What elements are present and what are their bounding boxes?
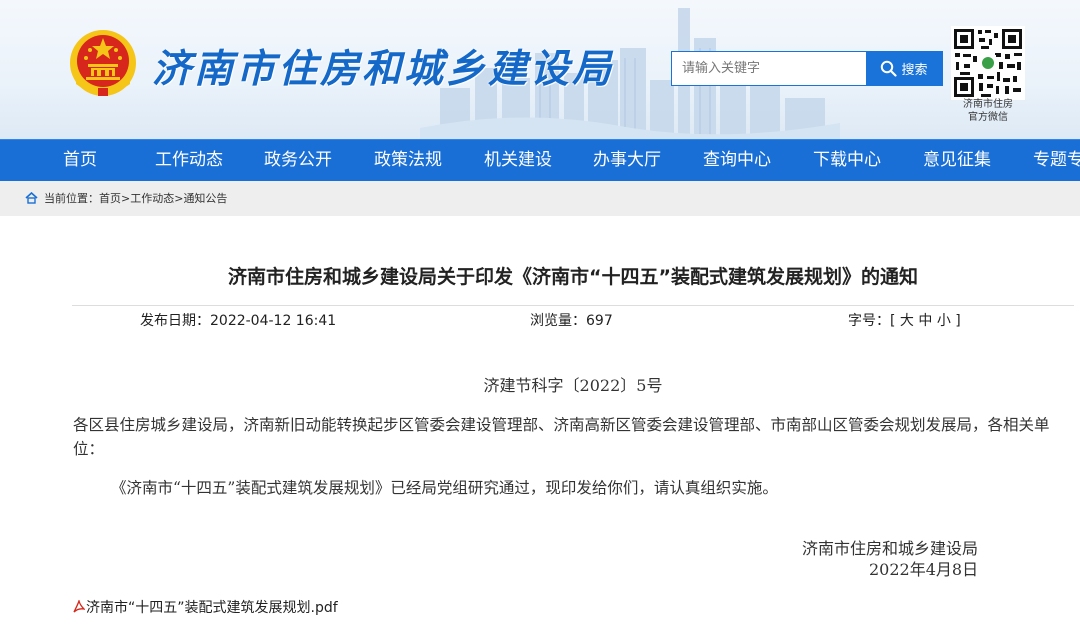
nav-item-gov-open[interactable]: 政务公开 [264,140,332,181]
site-title: 济南市住房和城乡建设局 [152,46,615,92]
breadcrumb-sep: > [121,192,131,205]
nav-item-work-news[interactable]: 工作动态 [155,140,223,181]
view-count-value: 697 [586,313,613,329]
national-emblem-icon [70,30,136,96]
breadcrumb-work-news[interactable]: 工作动态 [130,192,174,205]
article-title: 济南市住房和城乡建设局关于印发《济南市“十四五”装配式建筑发展规划》的通知 [228,266,918,288]
nav-item-organ[interactable]: 机关建设 [484,140,552,181]
site-header: 济南市住房和城乡建设局 搜索 [0,0,1080,139]
search-button[interactable]: 搜索 [866,52,942,85]
search-box: 搜索 [671,51,943,86]
addressee-paragraph: 各区县住房城乡建设局，济南新旧动能转换起步区管委会建设管理部、济南高新区管委会建… [73,416,1050,458]
nav-item-query[interactable]: 查询中心 [703,140,771,181]
qr-caption: 济南市住房 官方微信 [944,98,1032,124]
home-icon [25,192,38,204]
breadcrumb: 当前位置：首页>工作动态>通知公告 [0,181,1080,216]
view-count-label: 浏览量： [530,313,586,329]
publish-date-value: 2022-04-12 16:41 [210,313,337,329]
qr-caption-line2: 官方微信 [968,112,1008,123]
nav-item-policy[interactable]: 政策法规 [374,140,442,181]
qr-code-icon [951,26,1025,100]
attachment-link[interactable]: 济南市“十四五”装配式建筑发展规划.pdf [72,597,338,617]
font-size-medium[interactable]: 中 [918,313,932,329]
font-size-switcher: 字号：[ 大 中 小 ] [848,310,961,330]
document-number: 济建节科字〔2022〕5号 [483,376,663,395]
nav-item-home[interactable]: 首页 [63,140,97,181]
publish-date: 发布日期：2022-04-12 16:41 [140,310,336,330]
font-size-close: ] [955,313,961,329]
publish-date-label: 发布日期： [140,313,210,329]
breadcrumb-notices[interactable]: 通知公告 [183,192,227,205]
nav-item-service[interactable]: 办事大厅 [593,140,661,181]
attachment-filename: 济南市“十四五”装配式建筑发展规划.pdf [86,600,338,616]
breadcrumb-prefix: 当前位置： [44,192,99,205]
nav-item-download[interactable]: 下载中心 [813,140,881,181]
pdf-icon [73,600,85,613]
nav-item-topics[interactable]: 专题专 [1033,140,1080,181]
signature-date: 2022年4月8日 [869,560,979,579]
breadcrumb-home[interactable]: 首页 [99,192,121,205]
search-input[interactable] [672,52,867,85]
font-size-small[interactable]: 小 [937,313,951,329]
meta-divider [72,305,1074,306]
search-icon [881,60,898,77]
view-count: 浏览量：697 [530,310,613,330]
font-size-label: 字号：[ [848,313,896,329]
body-paragraph: 《济南市“十四五”装配式建筑发展规划》已经局党组研究通过，现印发给你们，请认真组… [111,479,778,497]
search-button-label: 搜索 [901,63,928,78]
font-size-large[interactable]: 大 [900,313,914,329]
main-nav: 首页 工作动态 政务公开 政策法规 机关建设 办事大厅 查询中心 下载中心 意见… [0,139,1080,181]
qr-caption-line1: 济南市住房 [963,99,1013,110]
nav-item-feedback[interactable]: 意见征集 [923,140,991,181]
